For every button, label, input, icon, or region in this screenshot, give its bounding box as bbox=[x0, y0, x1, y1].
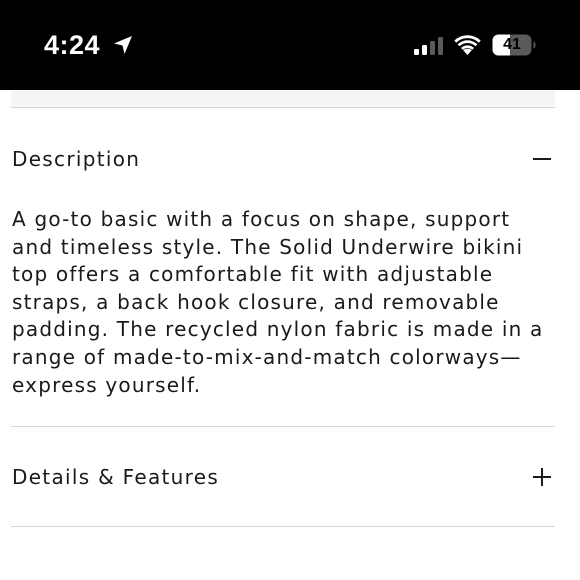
minus-icon[interactable] bbox=[532, 149, 552, 169]
plus-icon[interactable] bbox=[532, 467, 552, 487]
description-title: Description bbox=[12, 147, 141, 171]
details-features-title: Details & Features bbox=[12, 465, 220, 489]
divider bbox=[11, 426, 555, 427]
description-body: A go-to basic with a focus on shape, sup… bbox=[12, 207, 544, 397]
previous-section-edge bbox=[11, 90, 555, 108]
location-arrow-icon bbox=[114, 36, 132, 54]
cellular-signal-icon bbox=[414, 37, 443, 55]
divider bbox=[11, 526, 555, 527]
wifi-icon bbox=[454, 35, 481, 55]
status-time: 4:24 bbox=[44, 30, 101, 60]
status-bar: 4:24 41 bbox=[0, 0, 580, 90]
battery-level: 41 bbox=[503, 36, 521, 53]
